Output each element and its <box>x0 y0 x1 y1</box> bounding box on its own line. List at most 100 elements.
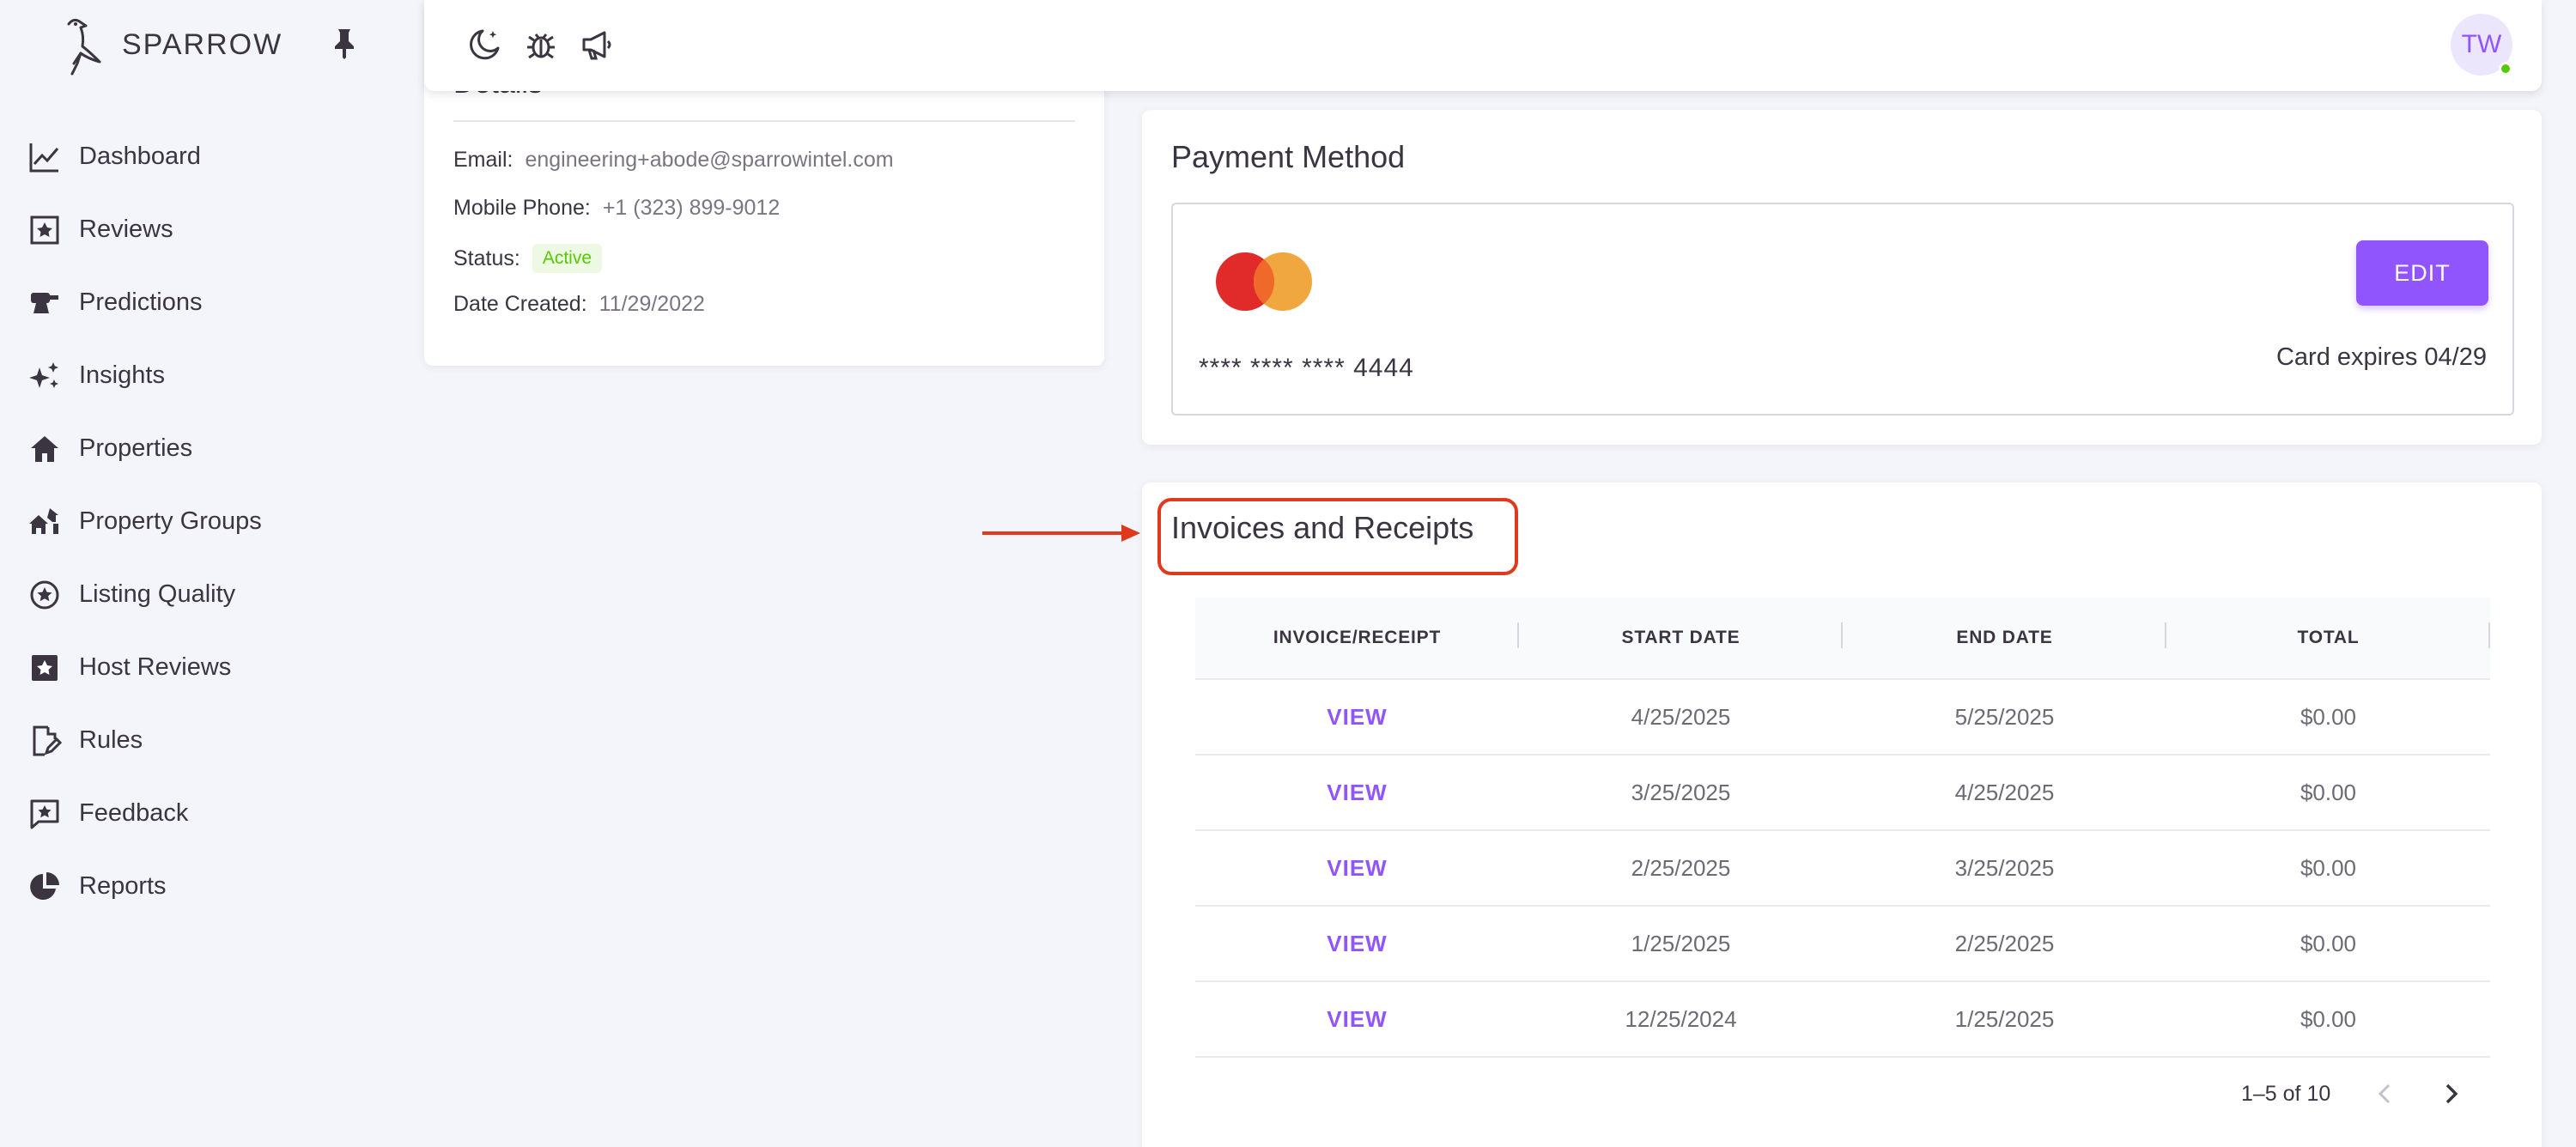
detail-created: Date Created: 11/29/2022 <box>453 292 705 317</box>
sparrow-logo-icon <box>67 18 101 76</box>
sidebar-item-insights[interactable]: Insights <box>26 339 386 412</box>
view-invoice-link[interactable]: VIEW <box>1195 931 1519 957</box>
sidebar-item-listing-quality[interactable]: Listing Quality <box>26 558 386 631</box>
total-cell: $0.00 <box>2300 779 2357 805</box>
sidebar-item-property-groups[interactable]: Property Groups <box>26 485 386 558</box>
column-header[interactable]: END DATE <box>1843 622 2166 648</box>
start-date-cell: 4/25/2025 <box>1631 703 1731 730</box>
sidebar-item-predictions[interactable]: Predictions <box>26 266 386 339</box>
card-number: **** **** **** 4444 <box>1199 354 1414 382</box>
top-bar: TW <box>424 0 2542 91</box>
detail-value: +1 (323) 899-9012 <box>602 196 781 220</box>
start-date-cell: 1/25/2025 <box>1631 930 1731 956</box>
sparkles-icon <box>29 361 58 388</box>
divider <box>453 120 1075 122</box>
table-row: VIEW 12/25/2024 1/25/2025 $0.00 <box>1195 982 2490 1058</box>
detail-label: Email: <box>453 148 513 172</box>
view-invoice-link[interactable]: VIEW <box>1195 780 1519 806</box>
total-cell: $0.00 <box>2300 854 2357 881</box>
star-box-icon <box>30 215 59 244</box>
mastercard-icon <box>1216 252 1312 311</box>
total-cell: $0.00 <box>2300 1005 2357 1032</box>
status-badge: Active <box>532 244 603 273</box>
end-date-cell: 1/25/2025 <box>1954 1005 2055 1032</box>
invoices-card: Invoices and Receipts INVOICE/RECEIPT ST… <box>1142 482 2542 1147</box>
pin-icon[interactable] <box>331 26 357 60</box>
sidebar-item-label: Listing Quality <box>79 580 236 608</box>
sidebar-item-host-reviews[interactable]: Host Reviews <box>26 631 386 704</box>
sidebar-item-label: Host Reviews <box>79 653 232 681</box>
table-header: INVOICE/RECEIPT START DATE END DATE TOTA… <box>1195 598 2490 680</box>
end-date-cell: 5/25/2025 <box>1954 703 2055 730</box>
chart-line-icon <box>29 143 59 172</box>
detail-phone: Mobile Phone: +1 (323) 899-9012 <box>453 196 780 221</box>
detail-label: Mobile Phone: <box>453 196 591 220</box>
sidebar-item-reports[interactable]: Reports <box>26 850 386 923</box>
online-status-dot <box>2499 62 2512 76</box>
sidebar-item-label: Reports <box>79 872 167 900</box>
edit-payment-button[interactable]: EDIT <box>2356 240 2488 306</box>
table-row: VIEW 4/25/2025 5/25/2025 $0.00 <box>1195 680 2490 756</box>
end-date-cell: 4/25/2025 <box>1954 779 2055 805</box>
star-box-filled-icon <box>32 654 58 681</box>
detail-email: Email: engineering+abode@sparrowintel.co… <box>453 148 894 173</box>
sidebar: SPARROW Dashboard Reviews Predictions In… <box>0 0 404 1147</box>
home-icon <box>31 435 58 462</box>
avatar-initials: TW <box>2461 30 2502 58</box>
column-header[interactable]: INVOICE/RECEIPT <box>1195 622 1519 648</box>
file-edit-icon <box>33 725 62 756</box>
sidebar-item-label: Dashboard <box>79 143 201 170</box>
sidebar-item-dashboard[interactable]: Dashboard <box>26 120 386 193</box>
payment-method-title: Payment Method <box>1171 139 1406 174</box>
sidebar-item-label: Reviews <box>79 215 173 243</box>
chart-pie-icon <box>30 871 59 900</box>
end-date-cell: 2/25/2025 <box>1954 930 2055 956</box>
avatar[interactable]: TW <box>2451 14 2512 76</box>
detail-value: engineering+abode@sparrowintel.com <box>525 148 894 172</box>
crystal-ball-icon <box>31 292 58 313</box>
pagination: 1–5 of 10 <box>2241 1077 2468 1111</box>
sidebar-item-reviews[interactable]: Reviews <box>26 193 386 266</box>
column-header[interactable]: START DATE <box>1519 622 1843 648</box>
table-row: VIEW 2/25/2025 3/25/2025 $0.00 <box>1195 831 2490 907</box>
start-date-cell: 3/25/2025 <box>1631 779 1731 805</box>
moon-icon[interactable] <box>465 26 503 64</box>
view-invoice-link[interactable]: VIEW <box>1195 1006 1519 1033</box>
megaphone-icon[interactable] <box>579 26 617 64</box>
sidebar-item-label: Insights <box>79 361 165 389</box>
chevron-left-icon[interactable] <box>2368 1077 2403 1111</box>
detail-value: 11/29/2022 <box>598 292 705 316</box>
sidebar-item-label: Rules <box>79 726 143 754</box>
total-cell: $0.00 <box>2300 930 2357 956</box>
sidebar-item-properties[interactable]: Properties <box>26 412 386 485</box>
brand[interactable]: SPARROW <box>50 10 283 79</box>
home-group-icon <box>29 507 58 534</box>
payment-method-card: Payment Method **** **** **** 4444 EDIT … <box>1142 110 2542 445</box>
chevron-right-icon[interactable] <box>2433 1077 2468 1111</box>
view-invoice-link[interactable]: VIEW <box>1195 855 1519 882</box>
bug-icon[interactable] <box>522 26 560 64</box>
detail-status: Status: Active <box>453 244 603 273</box>
sidebar-item-feedback[interactable]: Feedback <box>26 777 386 850</box>
total-cell: $0.00 <box>2300 703 2357 730</box>
sidebar-item-label: Property Groups <box>79 507 262 535</box>
table-row: VIEW 3/25/2025 4/25/2025 $0.00 <box>1195 756 2490 831</box>
table-row: VIEW 1/25/2025 2/25/2025 $0.00 <box>1195 907 2490 982</box>
view-invoice-link[interactable]: VIEW <box>1195 704 1519 731</box>
message-star-icon <box>30 799 59 828</box>
detail-label: Date Created: <box>453 292 587 316</box>
invoices-title: Invoices and Receipts <box>1171 510 1474 545</box>
sidebar-item-rules[interactable]: Rules <box>26 704 386 777</box>
start-date-cell: 2/25/2025 <box>1631 854 1731 881</box>
sidebar-item-label: Properties <box>79 434 193 462</box>
invoices-table: INVOICE/RECEIPT START DATE END DATE TOTA… <box>1195 598 2490 1058</box>
card-details-box: **** **** **** 4444 EDIT Card expires 04… <box>1171 203 2514 416</box>
pagination-range: 1–5 of 10 <box>2241 1081 2331 1106</box>
sidebar-item-label: Predictions <box>79 288 203 316</box>
card-expiry: Card expires 04/29 <box>2275 343 2487 371</box>
star-circle-icon <box>30 580 59 609</box>
arrow-annotation-icon <box>982 525 1140 542</box>
sidebar-nav: Dashboard Reviews Predictions Insights P… <box>26 120 386 923</box>
brand-name: SPARROW <box>122 27 283 61</box>
column-header[interactable]: TOTAL <box>2166 622 2490 648</box>
